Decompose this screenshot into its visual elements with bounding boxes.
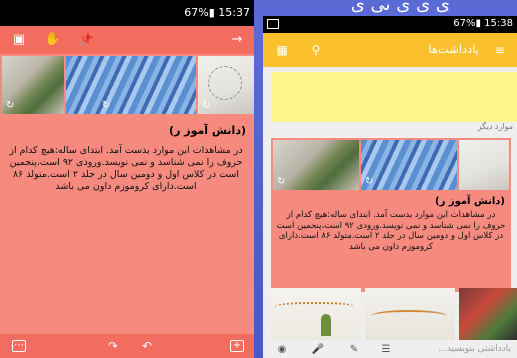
drawing-scribble [208,66,242,100]
list-icon[interactable]: ☰ [379,343,393,357]
image-thumbnail [271,288,361,340]
redo-icon[interactable]: ↷ [104,337,122,355]
image-thumbnail[interactable]: ↻ [198,56,254,114]
editor-bottom-bar: ⋯ ↷ ↶ + [0,334,254,358]
undo-icon[interactable]: ↶ [138,337,156,355]
status-bar: 67%▮ 15:37 [0,0,254,26]
note-content[interactable]: (دانش آموز ر) در مشاهدات این موارد بدست … [6,124,246,193]
note-body: در مشاهدات این موارد بدست آمد. ابتدای سا… [276,210,506,252]
drawing-stroke [275,302,355,314]
take-note-input[interactable]: یادداشتی بنویسید... [438,344,511,354]
editor-toolbar: ▣ ✋ 📌 → [0,26,254,54]
image-thumbnail[interactable]: ↻ [66,56,196,114]
take-note-bar: ◉ 🎤 ✎ ☰ یادداشتی بنویسید... [263,342,517,358]
image-thumbnail[interactable]: ↻ [2,56,64,114]
note-editor-screen: 67%▮ 15:37 ▣ ✋ 📌 → ↻ ↻ ↻ (دانش آموز ر) د… [0,0,254,358]
sync-icon: ↻ [202,100,211,111]
camera-icon[interactable]: ◉ [275,343,289,357]
notes-list-screen: 67%▮ 15:38 ▦ ⚲ یادداشت‌ها ≡ موارد دیگر ↻… [263,16,517,358]
screenshot-icon [267,19,279,29]
status-text: 67%▮ 15:37 [184,6,250,19]
app-toolbar: ▦ ⚲ یادداشت‌ها ≡ [263,33,517,67]
archive-icon[interactable]: ▣ [10,31,28,49]
drawing-stroke [371,310,447,322]
note-title[interactable]: (دانش آموز ر) [6,124,246,137]
note-card-images[interactable] [271,288,517,340]
grid-view-icon[interactable]: ▦ [273,41,291,59]
image-strip: ↻ ↻ ↻ [0,54,254,116]
image-thumbnail [459,288,517,340]
more-options-icon[interactable]: ⋯ [12,340,26,352]
status-bar: 67%▮ 15:38 [263,16,517,33]
draw-icon[interactable]: ✎ [347,343,361,357]
screenshot-stage: ى ى ى ىى ى 67%▮ 15:37 ▣ ✋ 📌 → ↻ ↻ ↻ (دان… [0,0,517,358]
drawing-tree [321,314,331,336]
add-icon[interactable]: + [230,340,244,352]
note-card-yellow[interactable] [271,72,517,122]
menu-icon[interactable]: ≡ [491,41,509,59]
image-thumbnail: ↻ [273,140,359,190]
note-title: (دانش آموز ر) [435,196,505,207]
forward-arrow-icon[interactable]: → [228,31,246,49]
status-text: 67%▮ 15:38 [453,18,513,29]
sync-icon: ↻ [102,100,111,111]
pin-icon[interactable]: 📌 [78,31,96,49]
image-thumbnail: ↻ [361,140,457,190]
note-card[interactable]: ↻ ↻ (دانش آموز ر) در مشاهدات این موارد ب… [271,138,511,292]
sync-icon: ↻ [6,100,15,111]
section-label-others: موارد دیگر [477,122,513,131]
app-title: یادداشت‌ها [428,42,479,56]
search-icon[interactable]: ⚲ [307,41,325,59]
image-thumbnail [459,140,509,190]
sync-icon: ↻ [277,176,286,187]
image-thumbnail [365,288,455,340]
note-body[interactable]: در مشاهدات این موارد بدست آمد. ابتدای سا… [6,145,246,193]
sync-icon: ↻ [365,176,374,187]
page-heading-fragment: ى ى ى ىى ى [350,0,450,14]
mic-icon[interactable]: 🎤 [311,343,325,357]
hand-icon[interactable]: ✋ [44,31,62,49]
